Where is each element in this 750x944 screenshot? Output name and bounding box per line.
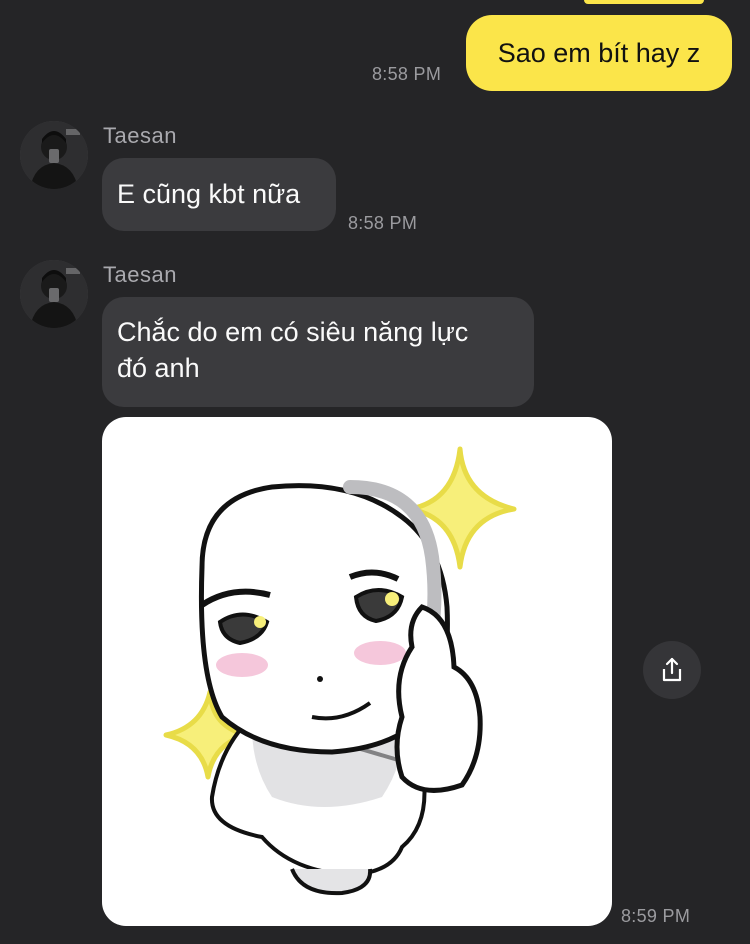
share-button[interactable] [643,641,701,699]
profile-photo-icon [20,121,88,189]
message-text-line: Chắc do em có siêu năng lực [117,317,469,347]
sender-name: Taesan [103,123,177,148]
incoming-message-bubble[interactable]: E cũng kbt nữa [102,158,336,231]
outgoing-message-bubble[interactable]: Sao em bít hay z [466,15,732,91]
sticker-message[interactable] [102,417,612,926]
thumbs-up-character-sticker [163,446,517,896]
message-text: E cũng kbt nữa [117,179,301,209]
timestamp: 8:58 PM [348,213,418,233]
timestamp: 8:59 PM [621,906,691,926]
avatar[interactable] [20,121,88,189]
profile-photo-icon [20,260,88,328]
message-text: Sao em bít hay z [497,37,701,68]
message-text-line: đó anh [117,353,200,383]
timestamp: 8:58 PM [372,64,442,84]
incoming-message-bubble[interactable]: Chắc do em có siêu năng lực đó anh [102,297,534,407]
sender-name: Taesan [103,262,177,287]
share-icon [662,657,682,682]
avatar[interactable] [20,260,88,328]
previous-message-fragment [584,0,704,4]
